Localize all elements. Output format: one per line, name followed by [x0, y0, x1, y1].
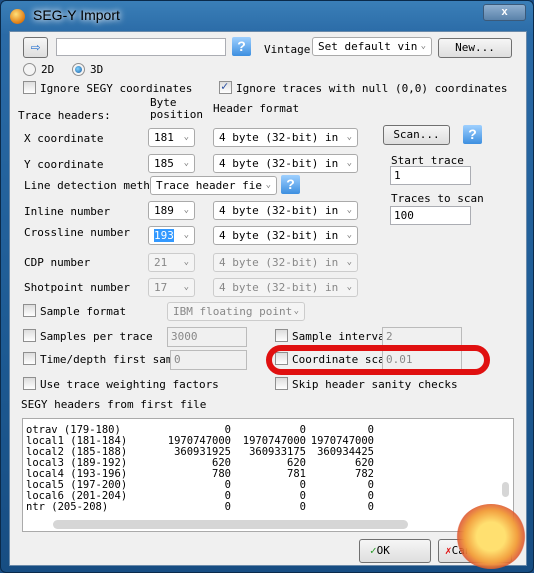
traces-to-scan-label: Traces to scan	[391, 192, 484, 205]
dialog-body: ⇨ ? Vintage Set default vin ⌄ New... 2D 3…	[9, 31, 527, 566]
time-depth-first-input[interactable]: 0	[170, 350, 247, 370]
ignore-segy-coords-label: Ignore SEGY coordinates	[40, 82, 193, 95]
radio-2d[interactable]	[23, 63, 36, 76]
cdp-number-label: CDP number	[24, 256, 91, 269]
sample-format-select[interactable]: IBM floating point ⌄	[167, 302, 305, 321]
header-row: ntr (205-208) 0 0 0	[26, 502, 496, 513]
horizontal-scrollbar[interactable]	[53, 520, 408, 529]
chevron-down-icon: ⌄	[420, 41, 426, 51]
help-icon[interactable]: ?	[232, 37, 251, 56]
skip-sanity-label: Skip header sanity checks	[292, 378, 458, 391]
close-button[interactable]: x	[483, 4, 526, 21]
x-coordinate-byte-select[interactable]: 181 ⌄	[148, 128, 195, 147]
crossline-byte-select[interactable]: 193 ⌄	[148, 226, 195, 245]
x-coordinate-format-select[interactable]: 4 byte (32-bit) in ⌄	[213, 128, 358, 147]
time-depth-first-label: Time/depth first sampl	[40, 353, 186, 366]
ignore-segy-coords-checkbox[interactable]	[23, 81, 36, 94]
help-icon[interactable]: ?	[463, 125, 482, 144]
radio-3d[interactable]	[72, 63, 85, 76]
x-coordinate-label: X coordinate	[24, 132, 104, 145]
scan-button[interactable]: Scan...	[383, 125, 450, 145]
vintage-select[interactable]: Set default vin ⌄	[312, 37, 432, 56]
traces-to-scan-input[interactable]: 100	[390, 206, 471, 225]
sample-interval-checkbox[interactable]	[275, 329, 288, 342]
coordinate-scale-checkbox[interactable]	[275, 352, 288, 365]
y-coordinate-format-select[interactable]: 4 byte (32-bit) in ⌄	[213, 154, 358, 173]
line-detection-label: Line detection method	[24, 179, 164, 192]
mascot-sticker	[456, 504, 526, 569]
samples-per-trace-checkbox[interactable]	[23, 329, 36, 342]
shotpoint-byte-select[interactable]: 17 ⌄	[148, 278, 195, 297]
y-coordinate-byte-select[interactable]: 185 ⌄	[148, 154, 195, 173]
help-icon[interactable]: ?	[281, 175, 300, 194]
segy-headers-label: SEGY headers from first file	[21, 398, 207, 411]
samples-per-trace-input[interactable]: 3000	[167, 327, 247, 347]
ignore-null-traces-label: Ignore traces with null (0,0) coordinate…	[236, 82, 508, 95]
vertical-scrollbar-thumb[interactable]	[502, 482, 509, 497]
time-depth-first-checkbox[interactable]	[23, 352, 36, 365]
app-icon	[10, 9, 25, 24]
sample-format-label: Sample format	[40, 305, 127, 318]
header-value: 0	[224, 501, 231, 513]
inline-number-label: Inline number	[24, 205, 111, 218]
header-value: 0	[299, 501, 306, 513]
inline-format-select[interactable]: 4 byte (32-bit) in ⌄	[213, 201, 358, 220]
shotpoint-number-label: Shotpoint number	[24, 281, 130, 294]
inline-byte-select[interactable]: 189 ⌄	[148, 201, 195, 220]
coordinate-scale-input[interactable]: 0.01	[382, 350, 462, 370]
radio-3d-label: 3D	[90, 63, 104, 76]
crossline-format-select[interactable]: 4 byte (32-bit) in ⌄	[213, 226, 358, 245]
window-frame: SEG-Y Import x ⇨ ? Vintage Set default v…	[0, 0, 534, 573]
shotpoint-format-select[interactable]: 4 byte (32-bit) in ⌄	[213, 278, 358, 297]
vintage-label: Vintage	[264, 43, 311, 56]
use-weighting-label: Use trace weighting factors	[40, 378, 219, 391]
byte-position-label-2: position	[150, 108, 203, 121]
segy-headers-text-area[interactable]: otrav (179-180) 0 0 0 local1 (181-184) 197074…	[22, 418, 514, 532]
skip-sanity-checkbox[interactable]	[275, 377, 288, 390]
radio-2d-label: 2D	[41, 63, 55, 76]
open-file-button[interactable]: ⇨	[23, 37, 48, 58]
file-path-input[interactable]	[56, 38, 226, 56]
window-title: SEG-Y Import	[33, 7, 120, 23]
cdp-byte-select[interactable]: 21 ⌄	[148, 253, 195, 272]
use-weighting-checkbox[interactable]	[23, 377, 36, 390]
header-name: ntr (205-208)	[26, 501, 109, 513]
header-format-label: Header format	[213, 102, 300, 115]
ok-button[interactable]: ✓OK	[359, 539, 431, 563]
arrow-right-icon: ⇨	[30, 37, 41, 56]
sample-interval-input[interactable]: 2	[382, 327, 462, 347]
sample-interval-label: Sample interval	[292, 330, 392, 343]
samples-per-trace-label: Samples per trace	[40, 330, 153, 343]
y-coordinate-label: Y coordinate	[24, 158, 104, 171]
ignore-null-traces-checkbox[interactable]	[219, 79, 232, 94]
line-detection-select[interactable]: Trace header fie ⌄	[150, 176, 277, 195]
coordinate-scale-label: Coordinate scal	[292, 353, 392, 366]
cdp-format-select[interactable]: 4 byte (32-bit) in ⌄	[213, 253, 358, 272]
header-value: 0	[367, 501, 374, 513]
crossline-number-label: Crossline number	[24, 226, 130, 239]
trace-headers-label: Trace headers:	[18, 109, 111, 122]
x-icon: ✗	[445, 544, 452, 557]
start-trace-input[interactable]: 1	[390, 166, 471, 185]
sample-format-checkbox[interactable]	[23, 304, 36, 317]
check-icon: ✓	[370, 544, 377, 557]
new-button[interactable]: New...	[438, 38, 512, 58]
